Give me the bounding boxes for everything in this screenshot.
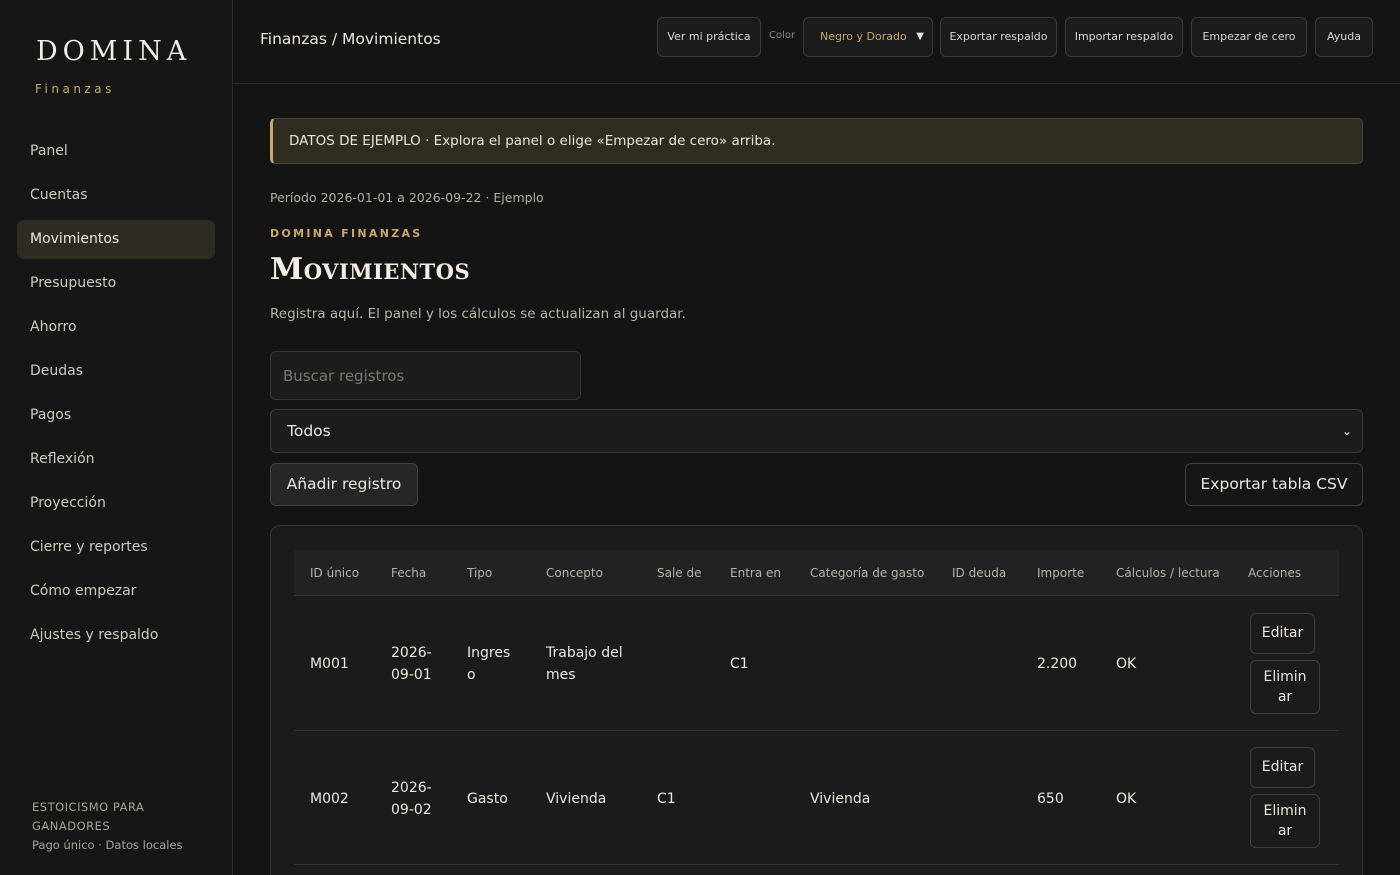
search-input[interactable] (270, 351, 581, 400)
sidebar-item-proyeccion[interactable]: Proyección (17, 484, 215, 523)
section-eyebrow: DOMINA FINANZAS (270, 227, 423, 240)
type-filter-select[interactable]: Todos ⌄ (270, 409, 1363, 453)
header-to: Entra en (730, 566, 781, 580)
header-id: ID único (310, 566, 360, 580)
header-calc: Cálculos / lectura (1116, 566, 1220, 580)
cell-type: Gasto (467, 791, 508, 807)
sidebar-item-movimientos[interactable]: Movimientos (17, 220, 215, 259)
add-record-button[interactable]: Añadir registro (270, 463, 418, 506)
header-debt-id: ID deuda (952, 566, 1007, 580)
sidebar: DOMINA Finanzas Panel Cuentas Movimiento… (0, 0, 233, 875)
sidebar-item-pagos[interactable]: Pagos (17, 396, 215, 435)
brand-subtitle: Finanzas (35, 82, 115, 96)
sidebar-item-ahorro[interactable]: Ahorro (17, 308, 215, 347)
header-category: Categoría de gasto (810, 566, 925, 580)
footer-line-2: GANADORES (32, 819, 111, 833)
sidebar-item-presupuesto[interactable]: Presupuesto (17, 264, 215, 303)
topbar: Finanzas / Movimientos Ver mi práctica C… (233, 0, 1400, 84)
sidebar-item-ajustes[interactable]: Ajustes y respaldo (17, 616, 215, 655)
cell-date: 2026- 09-02 (391, 780, 432, 818)
edit-button[interactable]: Editar (1250, 747, 1315, 788)
cell-category: Vivienda (810, 791, 871, 807)
cell-type: Ingres o (467, 645, 511, 683)
cell-calc: OK (1116, 791, 1137, 807)
cell-id: M001 (310, 656, 349, 672)
cell-calc: OK (1116, 656, 1137, 672)
import-backup-button[interactable]: Importar respaldo (1065, 17, 1183, 57)
cell-id: M002 (310, 791, 349, 807)
sidebar-item-deudas[interactable]: Deudas (17, 352, 215, 391)
sidebar-item-como-empezar[interactable]: Cómo empezar (17, 572, 215, 611)
cell-date: 2026- 09-01 (391, 645, 432, 683)
breadcrumb: Finanzas / Movimientos (260, 30, 441, 48)
period-text: Período 2026-01-01 a 2026-09-22 · Ejempl… (270, 190, 544, 205)
header-actions: Acciones (1248, 566, 1302, 580)
color-select[interactable]: Negro y Dorado ▼ (803, 17, 933, 57)
color-label: Color (769, 30, 796, 41)
delete-button[interactable]: Elimin ar (1250, 794, 1320, 848)
brand-logo[interactable]: DOMINA (36, 36, 191, 67)
header-from: Sale de (657, 566, 702, 580)
view-practice-button[interactable]: Ver mi práctica (657, 17, 761, 57)
export-csv-button[interactable]: Exportar tabla CSV (1185, 463, 1363, 506)
sidebar-nav: Panel Cuentas Movimientos Presupuesto Ah… (17, 132, 215, 660)
cell-concept: Vivienda (546, 791, 607, 807)
reset-button[interactable]: Empezar de cero (1191, 17, 1307, 57)
footer-line-3: Pago único · Datos locales (32, 838, 183, 852)
table-header: ID único Fecha Tipo Concepto Sale de Ent… (294, 550, 1339, 596)
header-date: Fecha (391, 566, 427, 580)
records-table: ID único Fecha Tipo Concepto Sale de Ent… (270, 525, 1363, 875)
sidebar-footer: ESTOICISMO PARA GANADORES Pago único · D… (32, 798, 212, 855)
header-concept: Concepto (546, 566, 603, 580)
chevron-down-icon: ▼ (916, 31, 924, 42)
footer-line-1: ESTOICISMO PARA (32, 800, 145, 814)
color-select-value: Negro y Dorado (820, 30, 907, 43)
export-backup-button[interactable]: Exportar respaldo (940, 17, 1057, 57)
cell-amount: 2.200 (1037, 656, 1078, 672)
filter-value: Todos (287, 422, 331, 440)
sidebar-item-reflexion[interactable]: Reflexión (17, 440, 215, 479)
table-row: M001 2026- 09-01 Ingres o Trabajo del me… (294, 597, 1339, 731)
table-row: M002 2026- 09-02 Gasto Vivienda C1 Vivie… (294, 731, 1339, 865)
help-button[interactable]: Ayuda (1315, 17, 1373, 57)
cell-concept: Trabajo del mes (546, 645, 623, 683)
chevron-down-icon: ⌄ (1341, 424, 1352, 438)
header-amount: Importe (1037, 566, 1085, 580)
edit-button[interactable]: Editar (1250, 613, 1315, 654)
sample-data-banner: DATOS DE EJEMPLO · Explora el panel o el… (270, 118, 1363, 164)
cell-amount: 650 (1037, 791, 1064, 807)
header-type: Tipo (467, 566, 493, 580)
sidebar-item-panel[interactable]: Panel (17, 132, 215, 171)
sidebar-item-cuentas[interactable]: Cuentas (17, 176, 215, 215)
cell-to: C1 (730, 656, 749, 672)
delete-button[interactable]: Elimin ar (1250, 660, 1320, 714)
page-description: Registra aquí. El panel y los cálculos s… (270, 306, 686, 322)
page-title: Movimientos (270, 252, 471, 287)
cell-from: C1 (657, 791, 676, 807)
sidebar-item-cierre[interactable]: Cierre y reportes (17, 528, 215, 567)
